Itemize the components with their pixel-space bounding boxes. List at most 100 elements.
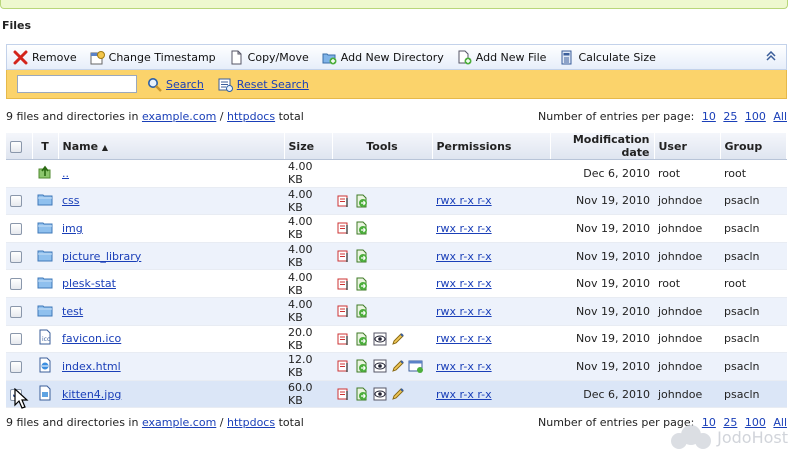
rename-icon[interactable] bbox=[336, 276, 352, 292]
domain-link[interactable]: example.com bbox=[142, 110, 216, 123]
mouse-cursor-icon bbox=[14, 387, 30, 410]
file-name-link[interactable]: css bbox=[62, 194, 80, 207]
remove-button[interactable]: Remove bbox=[13, 50, 77, 65]
table-row[interactable]: .. 4.00 KB Dec 6, 2010 root root bbox=[6, 159, 787, 188]
group-header[interactable]: Group bbox=[720, 133, 787, 160]
per-page-all[interactable]: All bbox=[773, 110, 787, 123]
select-all-checkbox[interactable] bbox=[10, 140, 22, 153]
modified-header[interactable]: Modification date bbox=[550, 133, 655, 160]
file-name-link[interactable]: kitten4.jpg bbox=[62, 388, 121, 401]
add-file-icon bbox=[457, 50, 472, 65]
row-checkbox[interactable] bbox=[10, 360, 22, 373]
edit-icon[interactable] bbox=[390, 331, 406, 347]
table-row[interactable]: picture_library 4.00 KB rwx r-x r-x Nov 19,… bbox=[6, 242, 787, 271]
type-header[interactable]: T bbox=[32, 133, 59, 160]
view-icon[interactable] bbox=[372, 386, 388, 402]
folder-link[interactable]: httpdocs bbox=[227, 110, 275, 123]
row-checkbox[interactable] bbox=[10, 278, 22, 291]
copy-icon[interactable] bbox=[354, 220, 370, 236]
calculate-size-label: Calculate Size bbox=[578, 50, 656, 64]
row-checkbox[interactable] bbox=[10, 222, 22, 235]
rename-icon[interactable] bbox=[336, 331, 352, 347]
table-row[interactable]: img 4.00 KB rwx r-x r-x Nov 19, 2010 johndoe… bbox=[6, 214, 787, 243]
reset-search-link[interactable]: Reset Search bbox=[237, 78, 309, 91]
double-chevron-up-icon[interactable] bbox=[766, 50, 776, 64]
permissions-link[interactable]: rwx r-x r-x bbox=[436, 388, 492, 401]
file-name-link[interactable]: plesk-stat bbox=[62, 277, 116, 290]
table-row[interactable]: css 4.00 KB rwx r-x r-x Nov 19, 2010 johndoe… bbox=[6, 187, 787, 216]
file-name-link[interactable]: index.html bbox=[62, 360, 121, 373]
row-checkbox[interactable] bbox=[10, 250, 22, 263]
copy-move-button[interactable]: Copy/Move bbox=[229, 50, 309, 65]
table-row[interactable]: plesk-stat 4.00 KB rwx r-x r-x Nov 19, 2010… bbox=[6, 269, 787, 298]
rename-icon[interactable] bbox=[336, 193, 352, 209]
table-row[interactable]: kitten4.jpg 60.0 KB rwx r-x r-x Dec 6, 2010… bbox=[6, 380, 787, 409]
per-page-100[interactable]: 100 bbox=[745, 110, 766, 123]
file-name-link[interactable]: .. bbox=[62, 167, 69, 180]
copy-icon[interactable] bbox=[354, 386, 370, 402]
copy-icon[interactable] bbox=[354, 358, 370, 374]
user-header[interactable]: User bbox=[654, 133, 721, 160]
permissions-link[interactable]: rwx r-x r-x bbox=[436, 360, 492, 373]
folder-link-bottom[interactable]: httpdocs bbox=[227, 416, 275, 429]
domain-link-bottom[interactable]: example.com bbox=[142, 416, 216, 429]
file-name-link[interactable]: picture_library bbox=[62, 250, 141, 263]
search-button[interactable]: Search bbox=[147, 77, 204, 92]
reset-search-button[interactable]: Reset Search bbox=[218, 77, 309, 92]
table-row[interactable]: test 4.00 KB rwx r-x r-x Nov 19, 2010 johndo… bbox=[6, 297, 787, 326]
per-page-25[interactable]: 25 bbox=[723, 110, 737, 123]
size-cell: 4.00 KB bbox=[284, 269, 332, 298]
table-row[interactable]: ico favicon.ico 20.0 KB rwx r-x r-x Nov 19, … bbox=[6, 325, 787, 354]
search-link[interactable]: Search bbox=[166, 78, 204, 91]
name-header[interactable]: Name ▲ bbox=[58, 133, 285, 160]
rename-icon[interactable] bbox=[336, 303, 352, 319]
rename-icon[interactable] bbox=[336, 220, 352, 236]
row-checkbox[interactable] bbox=[10, 305, 22, 318]
summary-text: 9 files and directories in example.com /… bbox=[6, 110, 304, 123]
file-name-link[interactable]: favicon.ico bbox=[62, 332, 121, 345]
add-directory-button[interactable]: Add New Directory bbox=[322, 50, 444, 65]
view-icon[interactable] bbox=[372, 331, 388, 347]
rename-icon[interactable] bbox=[336, 358, 352, 374]
change-timestamp-button[interactable]: Change Timestamp bbox=[90, 50, 216, 65]
copy-icon[interactable] bbox=[354, 248, 370, 264]
file-name-link[interactable]: img bbox=[62, 222, 83, 235]
html-file-icon bbox=[37, 357, 53, 373]
search-input[interactable] bbox=[17, 75, 137, 93]
size-cell: 4.00 KB bbox=[284, 297, 332, 326]
folder-icon bbox=[37, 247, 53, 263]
html-edit-icon[interactable] bbox=[408, 358, 424, 374]
rename-icon[interactable] bbox=[336, 386, 352, 402]
permissions-link[interactable]: rwx r-x r-x bbox=[436, 332, 492, 345]
rename-icon[interactable] bbox=[336, 248, 352, 264]
user-cell: johndoe bbox=[654, 325, 720, 354]
size-header[interactable]: Size bbox=[284, 133, 333, 160]
permissions-header[interactable]: Permissions bbox=[432, 133, 551, 160]
user-cell: johndoe bbox=[654, 214, 720, 243]
copy-icon[interactable] bbox=[354, 303, 370, 319]
group-cell: root bbox=[720, 159, 787, 188]
per-page-10[interactable]: 10 bbox=[702, 110, 716, 123]
modified-cell: Dec 6, 2010 bbox=[550, 380, 654, 409]
name-cell: .. bbox=[58, 159, 284, 188]
row-checkbox[interactable] bbox=[10, 195, 22, 208]
file-name-link[interactable]: test bbox=[62, 305, 83, 318]
permissions-link[interactable]: rwx r-x r-x bbox=[436, 250, 492, 263]
add-file-button[interactable]: Add New File bbox=[457, 50, 546, 65]
table-row[interactable]: index.html 12.0 KB rwx r-x r-x Nov 19, 2010… bbox=[6, 352, 787, 381]
row-checkbox[interactable] bbox=[10, 333, 22, 346]
permissions-link[interactable]: rwx r-x r-x bbox=[436, 305, 492, 318]
view-icon[interactable] bbox=[372, 358, 388, 374]
tools-group bbox=[336, 303, 428, 319]
copy-icon[interactable] bbox=[354, 193, 370, 209]
edit-icon[interactable] bbox=[390, 386, 406, 402]
tools-group bbox=[336, 386, 428, 402]
permissions-link[interactable]: rwx r-x r-x bbox=[436, 277, 492, 290]
copy-icon[interactable] bbox=[354, 331, 370, 347]
calculate-size-button[interactable]: Calculate Size bbox=[559, 50, 656, 65]
edit-icon[interactable] bbox=[390, 358, 406, 374]
permissions-link[interactable]: rwx r-x r-x bbox=[436, 222, 492, 235]
copy-icon[interactable] bbox=[354, 276, 370, 292]
permissions-link[interactable]: rwx r-x r-x bbox=[436, 194, 492, 207]
group-cell: psacln bbox=[720, 214, 787, 243]
